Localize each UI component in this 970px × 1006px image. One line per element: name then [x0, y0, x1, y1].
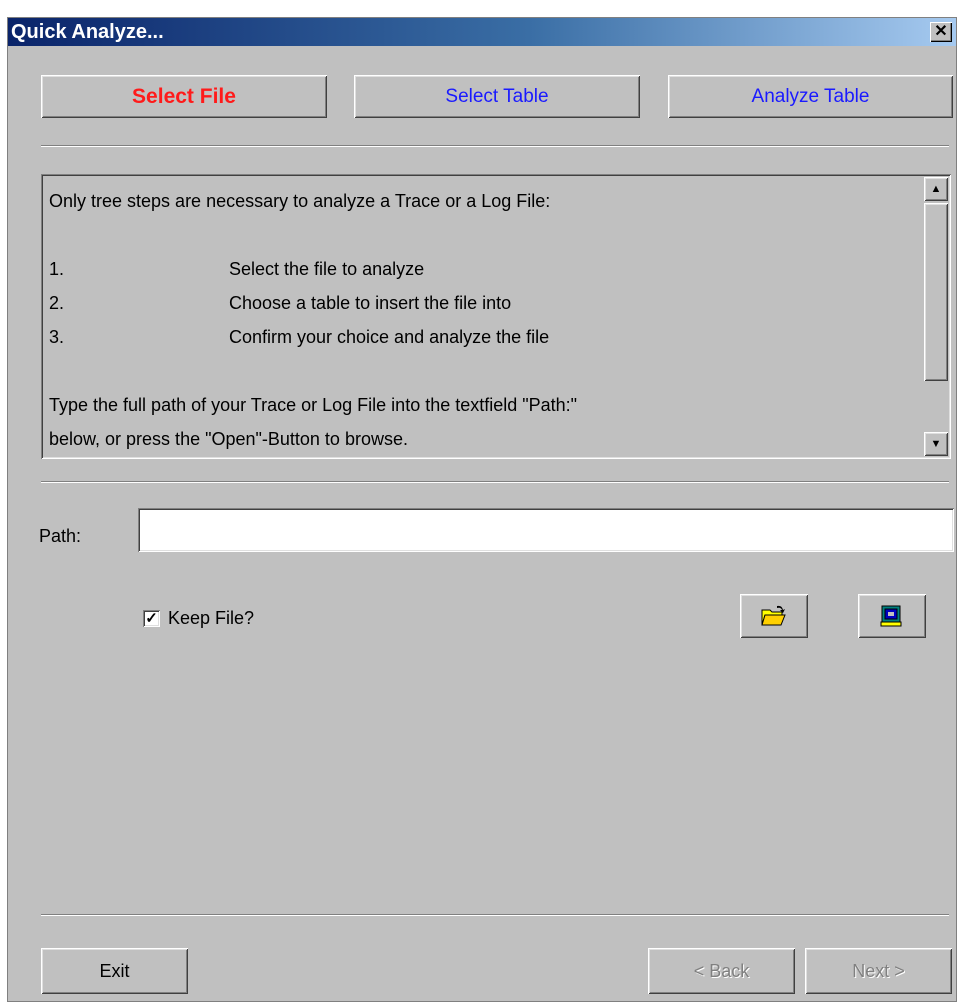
arrow-up-icon: ▲ — [930, 183, 942, 195]
keep-file-checkbox[interactable]: ✓ — [143, 610, 160, 627]
step-text: Select the file to analyze — [229, 259, 425, 279]
checkmark-icon: ✓ — [145, 610, 158, 627]
step-analyze-table-label: Analyze Table — [751, 86, 870, 107]
instructions-line-1: Type the full path of your Trace or Log … — [49, 395, 578, 415]
back-button[interactable]: < Back — [648, 948, 795, 994]
divider-bottom — [41, 914, 949, 916]
path-input[interactable] — [138, 508, 954, 552]
instruction-step-1: 1. Select the file to analyze — [49, 252, 909, 286]
instructions-text: Only tree steps are necessary to analyze… — [49, 184, 909, 456]
arrow-down-icon: ▼ — [930, 438, 942, 450]
step-select-file[interactable]: Select File — [41, 75, 327, 118]
scroll-thumb[interactable] — [924, 203, 948, 381]
window-title: Quick Analyze... — [11, 21, 164, 43]
step-select-file-label: Select File — [132, 85, 236, 108]
back-button-label: < Back — [693, 961, 750, 981]
step-number: 1. — [49, 259, 65, 279]
open-folder-icon — [761, 605, 786, 626]
step-select-table[interactable]: Select Table — [354, 75, 640, 118]
exit-button-label: Exit — [99, 961, 130, 981]
close-button[interactable]: ✕ — [930, 22, 952, 42]
scroll-up-button[interactable]: ▲ — [924, 177, 948, 201]
step-number: 2. — [49, 293, 65, 313]
window-icon — [880, 605, 902, 627]
divider-top — [41, 145, 949, 147]
instruction-step-3: 3. Confirm your choice and analyze the f… — [49, 320, 909, 354]
step-text: Confirm your choice and analyze the file — [229, 327, 550, 347]
divider-middle — [41, 481, 949, 483]
scroll-down-button[interactable]: ▼ — [924, 432, 948, 456]
keep-file-label: Keep File? — [168, 608, 255, 628]
title-bar: Quick Analyze... ✕ — [8, 18, 956, 46]
path-label: Path: — [39, 526, 82, 546]
instruction-step-2: 2. Choose a table to insert the file int… — [49, 286, 909, 320]
open-file-button[interactable] — [740, 594, 808, 638]
close-icon: ✕ — [934, 23, 948, 40]
vertical-scrollbar[interactable]: ▲ ▼ — [924, 177, 948, 456]
instructions-panel: Only tree steps are necessary to analyze… — [41, 174, 951, 459]
instructions-line-2: below, or press the "Open"-Button to bro… — [49, 429, 408, 449]
quick-analyze-window: Quick Analyze... ✕ Select File Select Ta… — [7, 17, 957, 1002]
exit-button[interactable]: Exit — [41, 948, 188, 994]
window-button[interactable] — [858, 594, 926, 638]
next-button-label: Next > — [852, 961, 905, 981]
step-number: 3. — [49, 327, 65, 347]
step-text: Choose a table to insert the file into — [229, 293, 512, 313]
step-analyze-table[interactable]: Analyze Table — [668, 75, 953, 118]
instructions-intro: Only tree steps are necessary to analyze… — [49, 191, 551, 211]
next-button[interactable]: Next > — [805, 948, 952, 994]
step-select-table-label: Select Table — [445, 86, 549, 107]
